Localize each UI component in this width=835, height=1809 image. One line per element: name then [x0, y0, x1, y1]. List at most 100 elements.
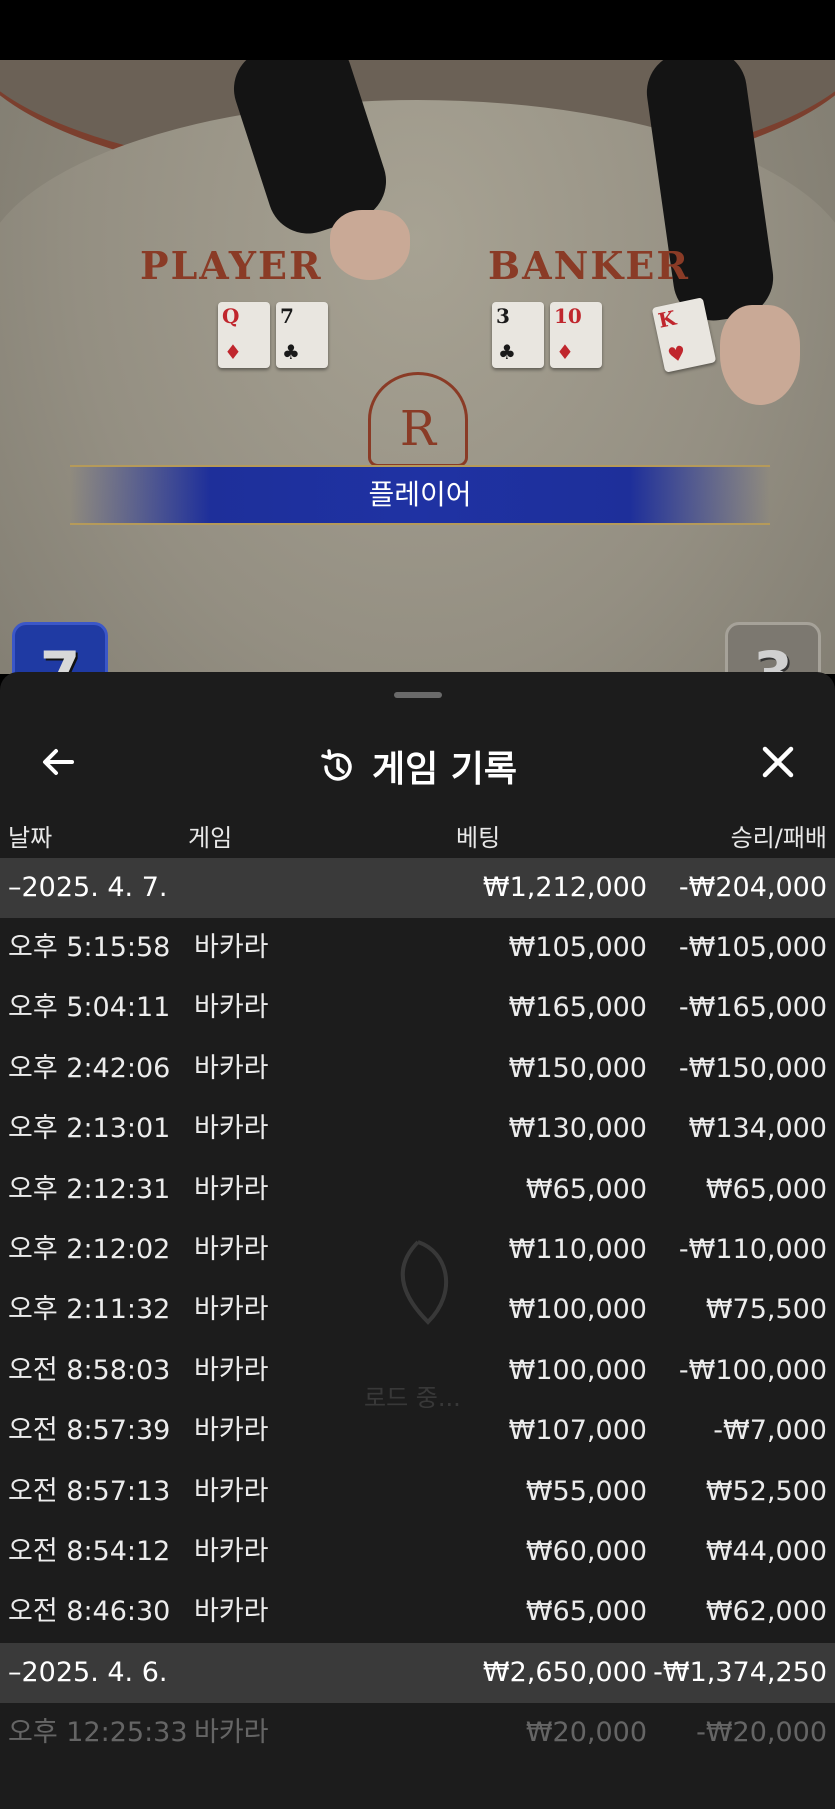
dealer-left-hand [330, 210, 410, 280]
history-row[interactable]: 오후 2:13:01 바카라 ₩130,000 ₩134,000 [0, 1099, 835, 1159]
close-icon [762, 746, 794, 778]
row-game: 바카라 [194, 1052, 269, 1084]
row-bet: ₩110,000 [508, 1233, 647, 1265]
game-history-sheet: 게임 기록 날짜 게임 베팅 승리/패배 –2025. 4. 7. ₩1,212,… [0, 672, 835, 1809]
card-rank: Q [222, 304, 240, 328]
banker-area-label: BANKER [488, 243, 690, 288]
date-group-header[interactable]: –2025. 4. 7. ₩1,212,000 -₩204,000 [0, 858, 835, 918]
player-score: 7 [12, 622, 108, 674]
loading-text: 로드 중... [364, 1384, 461, 1412]
row-time: 오전 8:58:03 [8, 1354, 171, 1386]
row-game: 바카라 [194, 932, 269, 963]
column-header-bet[interactable]: 베팅 [456, 818, 500, 853]
row-bet: ₩65,000 [525, 1173, 647, 1205]
card-rank: K [656, 305, 679, 333]
card-suit-icon: ♥ [665, 340, 689, 368]
row-result: -₩165,000 [678, 992, 827, 1024]
row-game: 바카라 [194, 1113, 269, 1145]
row-game: 바카라 [194, 1173, 269, 1205]
history-row[interactable]: 오후 2:12:31 바카라 ₩65,000 ₩65,000 [0, 1160, 835, 1220]
column-header-game[interactable]: 게임 [188, 818, 232, 853]
group-result-total: -₩1,374,250 [653, 1656, 827, 1688]
banker-score: 3 [725, 622, 821, 674]
row-result: -₩105,000 [678, 932, 827, 963]
sheet-drag-handle[interactable] [394, 692, 442, 698]
row-bet: ₩107,000 [508, 1415, 647, 1447]
playing-card: 10 ♦ [550, 302, 602, 368]
history-row[interactable]: 오전 8:46:30 바카라 ₩65,000 ₩62,000 [0, 1582, 835, 1642]
card-suit-icon: ♣ [498, 340, 516, 364]
row-result: ₩52,500 [705, 1475, 827, 1507]
sheet-header: 게임 기록 [0, 712, 835, 812]
history-row[interactable]: 오후 12:25:33 바카라 ₩20,000 -₩20,000 [0, 1703, 835, 1763]
history-row[interactable]: 오후 5:15:58 바카라 ₩105,000 -₩105,000 [0, 918, 835, 978]
row-result: -₩20,000 [696, 1716, 827, 1748]
row-game: 바카라 [194, 1535, 269, 1567]
crest-letter: R [399, 401, 437, 457]
row-time: 오후 5:15:58 [8, 932, 171, 963]
card-suit-icon: ♦ [224, 340, 242, 364]
history-row[interactable]: 오후 5:04:11 바카라 ₩165,000 -₩165,000 [0, 978, 835, 1038]
card-rank: 7 [280, 304, 294, 328]
row-result: ₩44,000 [705, 1535, 827, 1567]
group-bet-total: ₩2,650,000 [482, 1656, 647, 1688]
card-rank: 3 [496, 304, 510, 328]
row-time: 오후 5:04:11 [8, 992, 171, 1024]
row-time: 오후 2:42:06 [8, 1052, 171, 1084]
player-area-label: PLAYER [140, 243, 323, 288]
row-game: 바카라 [194, 1294, 269, 1326]
row-bet: ₩165,000 [508, 992, 647, 1024]
row-bet: ₩105,000 [508, 932, 647, 963]
dealer-right-hand [720, 305, 800, 405]
close-button[interactable] [756, 740, 800, 784]
sheet-title-text: 게임 기록 [371, 749, 517, 790]
row-game: 바카라 [194, 1415, 269, 1447]
group-date: –2025. 4. 7. [8, 872, 168, 903]
group-bet-total: ₩1,212,000 [482, 872, 647, 903]
row-result: -₩110,000 [678, 1233, 827, 1265]
row-result: -₩7,000 [713, 1415, 827, 1447]
history-icon [321, 749, 352, 781]
history-row[interactable]: 오전 8:57:13 바카라 ₩55,000 ₩52,500 [0, 1462, 835, 1522]
column-header-result[interactable]: 승리/패배 [731, 818, 827, 853]
row-time: 오전 8:57:13 [8, 1475, 171, 1507]
status-bar [0, 0, 835, 60]
row-game: 바카라 [194, 1475, 269, 1507]
row-bet: ₩100,000 [508, 1354, 647, 1386]
round-result-banner: 플레이어 [70, 465, 770, 525]
group-result-total: -₩204,000 [678, 872, 827, 903]
row-bet: ₩100,000 [508, 1294, 647, 1326]
row-game: 바카라 [194, 1354, 269, 1386]
row-game: 바카라 [194, 992, 269, 1024]
card-suit-icon: ♦ [556, 340, 574, 364]
column-headers: 날짜 게임 베팅 승리/패배 [0, 808, 835, 858]
loading-spinner-icon [400, 1240, 448, 1325]
sheet-title: 게임 기록 [0, 740, 835, 792]
row-result: -₩150,000 [678, 1052, 827, 1084]
row-time: 오후 2:12:31 [8, 1173, 171, 1205]
row-time: 오전 8:54:12 [8, 1535, 171, 1567]
card-rank: 10 [554, 304, 582, 328]
row-time: 오후 2:13:01 [8, 1113, 171, 1145]
column-header-date[interactable]: 날짜 [8, 818, 52, 853]
row-bet: ₩20,000 [525, 1716, 647, 1748]
row-result: ₩62,000 [705, 1596, 827, 1628]
playing-card: 3 ♣ [492, 302, 544, 368]
group-date: –2025. 4. 6. [8, 1656, 168, 1688]
row-result: ₩134,000 [688, 1113, 827, 1145]
row-bet: ₩55,000 [525, 1475, 647, 1507]
card-suit-icon: ♣ [282, 340, 300, 364]
history-row[interactable]: 오전 8:54:12 바카라 ₩60,000 ₩44,000 [0, 1522, 835, 1582]
row-time: 오전 8:46:30 [8, 1596, 171, 1628]
row-game: 바카라 [194, 1233, 269, 1265]
row-bet: ₩150,000 [508, 1052, 647, 1084]
playing-card: 7 ♣ [276, 302, 328, 368]
history-row[interactable]: 오후 2:42:06 바카라 ₩150,000 -₩150,000 [0, 1039, 835, 1099]
row-game: 바카라 [194, 1596, 269, 1628]
row-game: 바카라 [194, 1716, 269, 1748]
row-result: ₩75,500 [705, 1294, 827, 1326]
row-result: -₩100,000 [678, 1354, 827, 1386]
date-group-header[interactable]: –2025. 4. 6. ₩2,650,000 -₩1,374,250 [0, 1642, 835, 1703]
playing-card: Q ♦ [218, 302, 270, 368]
live-video-feed: PLAYER BANKER Q ♦ 7 ♣ 3 ♣ 10 ♦ K ♥ R 플레이어 7 3 [0, 60, 835, 674]
